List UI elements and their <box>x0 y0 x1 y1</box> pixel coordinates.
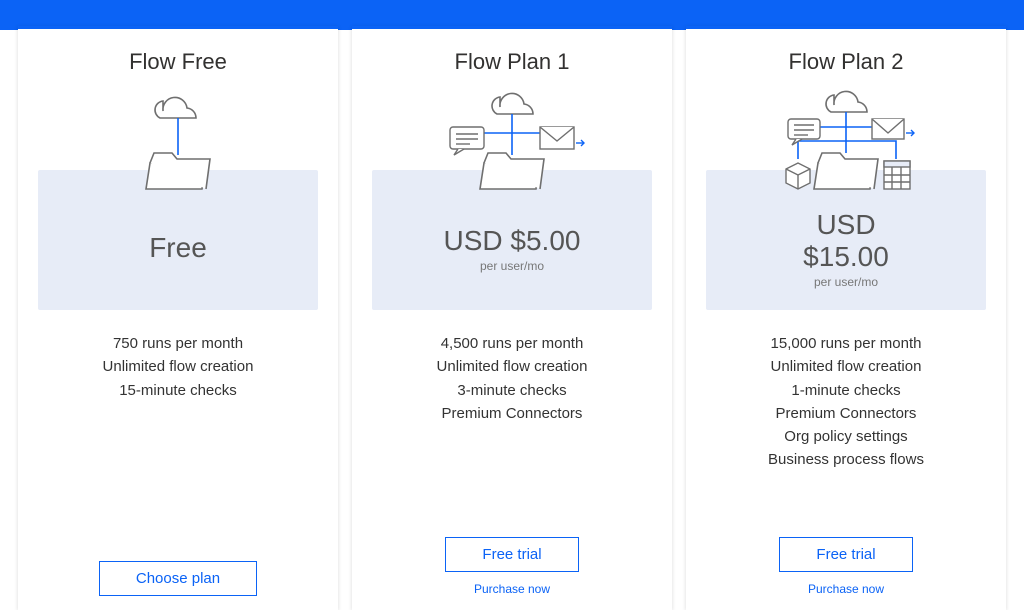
feature-item: Premium Connectors <box>768 402 924 425</box>
plan-card-plan1: Flow Plan 1 <box>352 26 672 610</box>
plan-title: Flow Plan 2 <box>789 49 904 75</box>
plan-illustration-plan1 <box>412 83 612 198</box>
feature-item: Unlimited flow creation <box>768 355 924 378</box>
plan-price: USD $15.00 <box>786 209 906 273</box>
feature-item: Unlimited flow creation <box>103 355 254 378</box>
purchase-now-link[interactable]: Purchase now <box>474 582 550 596</box>
plan-price-per: per user/mo <box>480 259 544 273</box>
feature-item: Org policy settings <box>768 425 924 448</box>
feature-item: 3-minute checks <box>437 379 588 402</box>
feature-item: Premium Connectors <box>437 402 588 425</box>
feature-item: Business process flows <box>768 448 924 471</box>
plan-features: 15,000 runs per month Unlimited flow cre… <box>768 332 924 482</box>
free-trial-button[interactable]: Free trial <box>779 537 912 572</box>
card-accent <box>18 26 338 29</box>
plan-card-free: Flow Free Free 750 run <box>18 26 338 610</box>
free-trial-button[interactable]: Free trial <box>445 537 578 572</box>
cloud-folder-network-icon <box>412 83 612 198</box>
card-accent <box>686 26 1006 29</box>
feature-item: Unlimited flow creation <box>437 355 588 378</box>
plan-illustration-free <box>118 83 238 198</box>
plan-illustration-plan2 <box>736 83 956 198</box>
feature-item: 1-minute checks <box>768 379 924 402</box>
feature-item: 15-minute checks <box>103 379 254 402</box>
pricing-plans: Flow Free Free 750 run <box>0 30 1024 610</box>
cloud-folder-full-icon <box>736 83 956 198</box>
plan-price-per: per user/mo <box>814 275 878 289</box>
plan-price: USD $5.00 <box>444 225 581 257</box>
cloud-folder-icon <box>118 83 238 198</box>
feature-item: 4,500 runs per month <box>437 332 588 355</box>
feature-item: 750 runs per month <box>103 332 254 355</box>
plan-price: Free <box>149 232 207 264</box>
plan-title: Flow Free <box>129 49 227 75</box>
plan-features: 750 runs per month Unlimited flow creati… <box>103 332 254 482</box>
purchase-now-link[interactable]: Purchase now <box>808 582 884 596</box>
feature-item: 15,000 runs per month <box>768 332 924 355</box>
plan-card-plan2: Flow Plan 2 <box>686 26 1006 610</box>
choose-plan-button[interactable]: Choose plan <box>99 561 257 596</box>
plan-features: 4,500 runs per month Unlimited flow crea… <box>437 332 588 482</box>
card-accent <box>352 26 672 29</box>
plan-title: Flow Plan 1 <box>455 49 570 75</box>
